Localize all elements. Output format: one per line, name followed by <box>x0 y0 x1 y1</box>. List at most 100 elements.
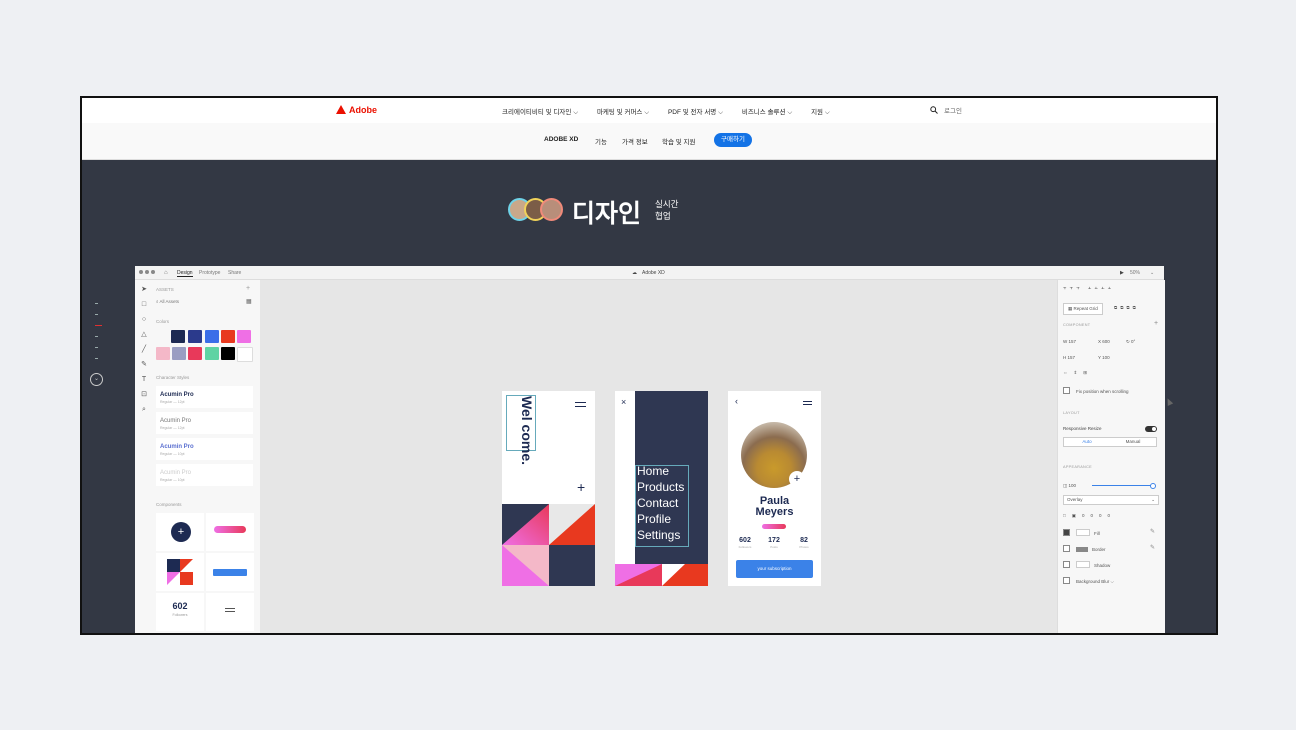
add-photo-icon[interactable]: + <box>789 471 805 487</box>
text-tool-icon[interactable]: T <box>140 376 148 384</box>
character-style-item[interactable]: Acumin Pro Regular — 10pt <box>156 464 253 486</box>
indicator-dot[interactable] <box>95 314 98 315</box>
color-swatch[interactable] <box>172 347 186 360</box>
color-swatch[interactable] <box>171 330 185 343</box>
rectangle-tool-icon[interactable]: □ <box>140 301 148 309</box>
fix-position-checkbox[interactable]: Fix position when scrolling <box>1063 387 1129 394</box>
artboard-tool-icon[interactable]: ⊡ <box>140 391 148 399</box>
opacity-slider[interactable] <box>1092 483 1156 489</box>
color-swatch[interactable] <box>237 330 251 343</box>
tab-prototype[interactable]: Prototype <box>199 270 220 276</box>
shadow-checkbox[interactable] <box>1063 561 1070 568</box>
product-name[interactable]: ADOBE XD <box>544 136 578 143</box>
shadow-row[interactable]: Shadow <box>1063 561 1110 568</box>
shadow-swatch[interactable] <box>1076 561 1090 568</box>
resize-auto[interactable]: Auto <box>1064 439 1110 444</box>
close-icon[interactable]: × <box>621 397 626 407</box>
height-field[interactable]: H 157 <box>1063 355 1075 360</box>
character-style-item[interactable]: Acumin Pro Regular — 12pt <box>156 412 253 434</box>
color-swatch[interactable] <box>156 347 170 360</box>
pen-tool-icon[interactable]: ✎ <box>140 361 148 369</box>
blend-mode-select[interactable]: Overlay ⌄ <box>1063 495 1159 505</box>
y-field[interactable]: Y 100 <box>1098 355 1110 360</box>
color-swatch[interactable] <box>188 330 202 343</box>
zoom-level[interactable]: 50% <box>1130 270 1140 276</box>
home-icon[interactable]: ⌂ <box>164 270 168 276</box>
plus-icon[interactable]: + <box>577 479 585 495</box>
scroll-down-button[interactable]: ⌄ <box>90 373 103 386</box>
component-button[interactable] <box>206 553 254 591</box>
border-swatch[interactable] <box>1076 547 1088 552</box>
fill-checkbox[interactable] <box>1063 529 1070 536</box>
indicator-dot[interactable] <box>95 347 98 348</box>
menu-support[interactable]: 지원 ⌵ <box>811 109 830 116</box>
color-swatch[interactable] <box>205 330 219 343</box>
tab-share[interactable]: Share <box>228 270 241 276</box>
color-swatch[interactable] <box>221 347 235 360</box>
indicator-dot[interactable] <box>95 336 98 337</box>
component-badge[interactable] <box>206 513 254 551</box>
window-dot[interactable] <box>145 270 149 274</box>
menu-marketing[interactable]: 마케팅 및 커머스 ⌵ <box>597 109 649 116</box>
menu-item-home[interactable]: Home <box>637 463 684 479</box>
ellipse-tool-icon[interactable]: ○ <box>140 316 148 324</box>
menu-item-products[interactable]: Products <box>637 479 684 495</box>
opacity-field[interactable]: ◫ 100 <box>1063 483 1076 489</box>
border-checkbox[interactable] <box>1063 545 1070 552</box>
subnav-features[interactable]: 기능 <box>595 136 607 146</box>
align-tools[interactable]: ⫟⫟⫟ ⫠⫠⫠⫠ <box>1063 285 1114 292</box>
subscribe-button[interactable]: your subscription <box>736 560 813 578</box>
boolean-ops[interactable]: ⧉⧉⧉⧉ <box>1114 305 1139 310</box>
eyedropper-icon[interactable]: ✎ <box>1150 528 1155 535</box>
menu-item-profile[interactable]: Profile <box>637 511 684 527</box>
artboard-menu[interactable]: × Home Products Contact Profile Settings <box>615 391 708 586</box>
fill-swatch[interactable] <box>1076 529 1090 536</box>
select-tool-icon[interactable]: ➤ <box>140 286 148 294</box>
adobe-logo[interactable]: Adobe <box>336 105 377 115</box>
component-add-button[interactable]: + <box>156 513 204 551</box>
color-swatch[interactable] <box>205 347 219 360</box>
zoom-tool-icon[interactable]: ⌕ <box>140 406 148 414</box>
subnav-learn[interactable]: 학습 및 지원 <box>662 136 696 146</box>
hamburger-icon[interactable] <box>575 402 586 404</box>
border-row[interactable]: Border <box>1063 545 1106 552</box>
character-style-item[interactable]: Acumin Pro Regular — 10pt <box>156 438 253 460</box>
component-stat[interactable]: 602 Followers <box>156 593 204 631</box>
indicator-dot-active[interactable] <box>95 325 102 326</box>
tab-design[interactable]: Design <box>177 270 193 277</box>
menu-pdf[interactable]: PDF 및 전자 서명 ⌵ <box>668 109 723 116</box>
rotation-field[interactable]: ↻ 0° <box>1126 339 1135 345</box>
grid-view-icon[interactable]: ▦ <box>246 298 252 305</box>
search-icon[interactable] <box>930 106 938 114</box>
artboard-profile[interactable]: ‹ + Paula Meyers 602 Followers 172 Posts … <box>728 391 821 586</box>
line-tool-icon[interactable]: ╱ <box>140 346 148 354</box>
welcome-text[interactable]: Wel come. <box>519 396 535 465</box>
polygon-tool-icon[interactable]: △ <box>140 331 148 339</box>
login-link[interactable]: 로그인 <box>944 108 962 115</box>
corner-radius-fields[interactable]: □▣0000 <box>1063 513 1116 519</box>
width-field[interactable]: W 157 <box>1063 339 1076 344</box>
menu-creativity[interactable]: 크리에이티비티 및 디자인 ⌵ <box>502 109 578 116</box>
eyedropper-icon[interactable]: ✎ <box>1150 544 1155 551</box>
add-icon[interactable]: + <box>1154 320 1158 327</box>
resize-manual[interactable]: Manual <box>1110 439 1156 444</box>
window-dot[interactable] <box>151 270 155 274</box>
chevron-down-icon[interactable]: ⌄ <box>1150 270 1154 276</box>
character-style-item[interactable]: Acumin Pro Regular — 12pt <box>156 386 253 408</box>
background-blur-row[interactable]: Background Blur ⌵ <box>1063 577 1114 584</box>
menu-item-contact[interactable]: Contact <box>637 495 684 511</box>
indicator-dot[interactable] <box>95 303 98 304</box>
hamburger-icon[interactable] <box>803 401 812 403</box>
artboard-welcome[interactable]: Wel come. + <box>502 391 595 586</box>
repeat-grid-button[interactable]: ▦ Repeat Grid <box>1063 303 1103 315</box>
blur-checkbox[interactable] <box>1063 577 1070 584</box>
subnav-pricing[interactable]: 가격 정보 <box>622 136 648 146</box>
assets-filter[interactable]: ⌕ All Assets <box>156 299 179 304</box>
back-icon[interactable]: ‹ <box>735 396 738 406</box>
play-icon[interactable]: ▶ <box>1120 270 1124 276</box>
responsive-resize-toggle[interactable] <box>1145 426 1157 432</box>
menu-business[interactable]: 비즈니스 솔루션 ⌵ <box>742 109 792 116</box>
fill-row[interactable]: Fill <box>1063 529 1100 536</box>
component-pattern[interactable] <box>156 553 204 591</box>
add-icon[interactable]: + <box>246 285 250 292</box>
